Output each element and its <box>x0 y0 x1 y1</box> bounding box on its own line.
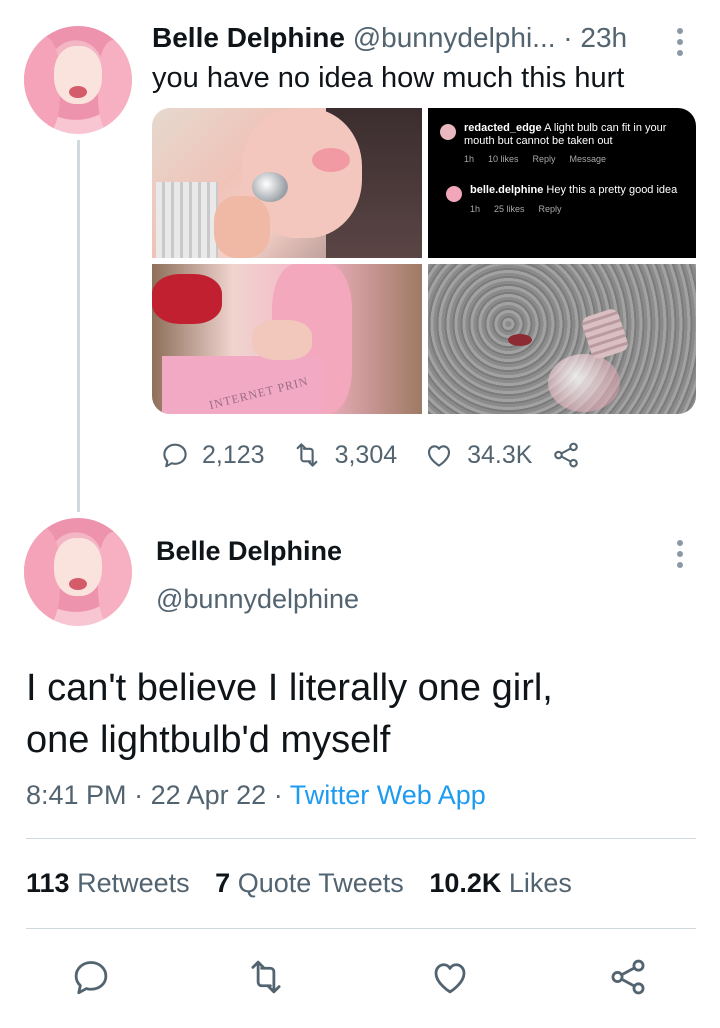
tweet1-text: you have no idea how much this hurt <box>152 62 625 94</box>
tweet1-media-grid[interactable]: redacted_edge A light bulb can fit in yo… <box>152 108 696 414</box>
tweet1-avatar[interactable] <box>24 26 132 134</box>
tweet2-time[interactable]: 8:41 PM <box>26 780 127 810</box>
tweet2-meta: 8:41 PM · 22 Apr 22 · Twitter Web App <box>26 780 486 811</box>
tweet2-text-line2: one lightbulb'd myself <box>26 719 391 761</box>
retweet-icon <box>251 960 281 994</box>
comment-1: redacted_edge A light bulb can fit in yo… <box>440 122 686 164</box>
like-count: 34.3K <box>467 440 533 469</box>
tweet1-header: Belle Delphine @bunnydelphi... · 23h <box>152 22 627 54</box>
tweet2-more-icon[interactable] <box>670 540 690 568</box>
likes-label: Likes <box>508 868 572 898</box>
tweet2-source-link[interactable]: Twitter Web App <box>290 780 486 810</box>
comment-1-reply: Reply <box>532 154 556 165</box>
thread-line <box>77 140 80 512</box>
media-photo-3[interactable]: INTERNET PRIN <box>152 264 422 414</box>
tweet2-text-line1: I can't believe I literally one girl, <box>26 667 553 709</box>
tweet1-more-icon[interactable] <box>670 28 690 56</box>
tweet2-separator: · <box>134 780 144 810</box>
like-button[interactable] <box>428 956 472 1003</box>
retweets-label: Retweets <box>77 868 190 898</box>
tweet2-stats: 113 Retweets 7 Quote Tweets 10.2K Likes <box>26 868 590 899</box>
tweet1-author-name[interactable]: Belle Delphine <box>152 22 345 53</box>
share-button[interactable] <box>606 956 650 1003</box>
reply-button[interactable] <box>70 956 112 1003</box>
retweet-count: 3,304 <box>334 440 398 469</box>
comment-1-user: redacted_edge <box>464 122 542 134</box>
share-icon <box>611 959 645 995</box>
comment-1-time: 1h <box>464 154 475 165</box>
reply-icon <box>74 961 108 995</box>
tweet1-handle[interactable]: @bunnydelphi... <box>353 22 556 53</box>
comment-2-time: 1h <box>470 203 481 214</box>
comment-2: belle.delphine Hey this a pretty good id… <box>440 184 686 214</box>
like-icon <box>428 445 451 467</box>
media-photo-4[interactable] <box>428 264 696 414</box>
likes-count: 10.2K <box>429 868 502 898</box>
tweet2-date[interactable]: 22 Apr 22 <box>151 780 267 810</box>
retweets-stat[interactable]: 113 Retweets <box>26 868 190 898</box>
tweet2-actions <box>0 956 720 1000</box>
divider <box>26 928 696 929</box>
tweet1-separator: · <box>563 22 573 53</box>
media-photo-1[interactable] <box>152 108 422 258</box>
comment-2-user: belle.delphine <box>470 184 544 197</box>
divider <box>26 838 696 839</box>
retweets-count: 113 <box>26 868 70 898</box>
share-icon <box>554 442 579 468</box>
tweet2-avatar[interactable] <box>24 518 132 626</box>
tweet2-author-name[interactable]: Belle Delphine <box>156 536 342 567</box>
quote-tweets-stat[interactable]: 7 Quote Tweets <box>215 868 404 898</box>
tweet2-text: I can't believe I literally one girl, on… <box>26 662 706 766</box>
quotes-label: Quote Tweets <box>237 868 404 898</box>
comment-avatar <box>446 186 462 203</box>
tweet1-time[interactable]: 23h <box>580 22 627 53</box>
tweet2-separator: · <box>273 780 283 810</box>
tweet2-handle[interactable]: @bunnydelphine <box>156 584 359 615</box>
reply-button[interactable]: 2,123 <box>160 440 265 470</box>
like-icon <box>434 963 466 994</box>
reply-icon <box>163 443 187 468</box>
comment-2-likes: 25 likes <box>494 203 525 214</box>
retweet-button[interactable] <box>244 956 288 1003</box>
like-button[interactable]: 34.3K <box>423 440 532 470</box>
share-button[interactable] <box>550 440 582 470</box>
comment-1-likes: 10 likes <box>488 154 519 165</box>
retweet-button[interactable]: 3,304 <box>291 440 398 470</box>
reply-count: 2,123 <box>202 440 265 469</box>
comment-avatar <box>440 124 456 140</box>
comment-2-reply: Reply <box>538 203 562 214</box>
likes-stat[interactable]: 10.2K Likes <box>429 868 572 898</box>
quotes-count: 7 <box>215 868 231 898</box>
comment-2-text: Hey this a pretty good idea <box>546 184 678 197</box>
tweet1-actions: 2,123 3,304 34.3K <box>160 440 582 470</box>
media-screenshot-comments[interactable]: redacted_edge A light bulb can fit in yo… <box>428 108 696 258</box>
retweet-icon <box>296 443 317 467</box>
comment-1-message: Message <box>569 154 607 165</box>
